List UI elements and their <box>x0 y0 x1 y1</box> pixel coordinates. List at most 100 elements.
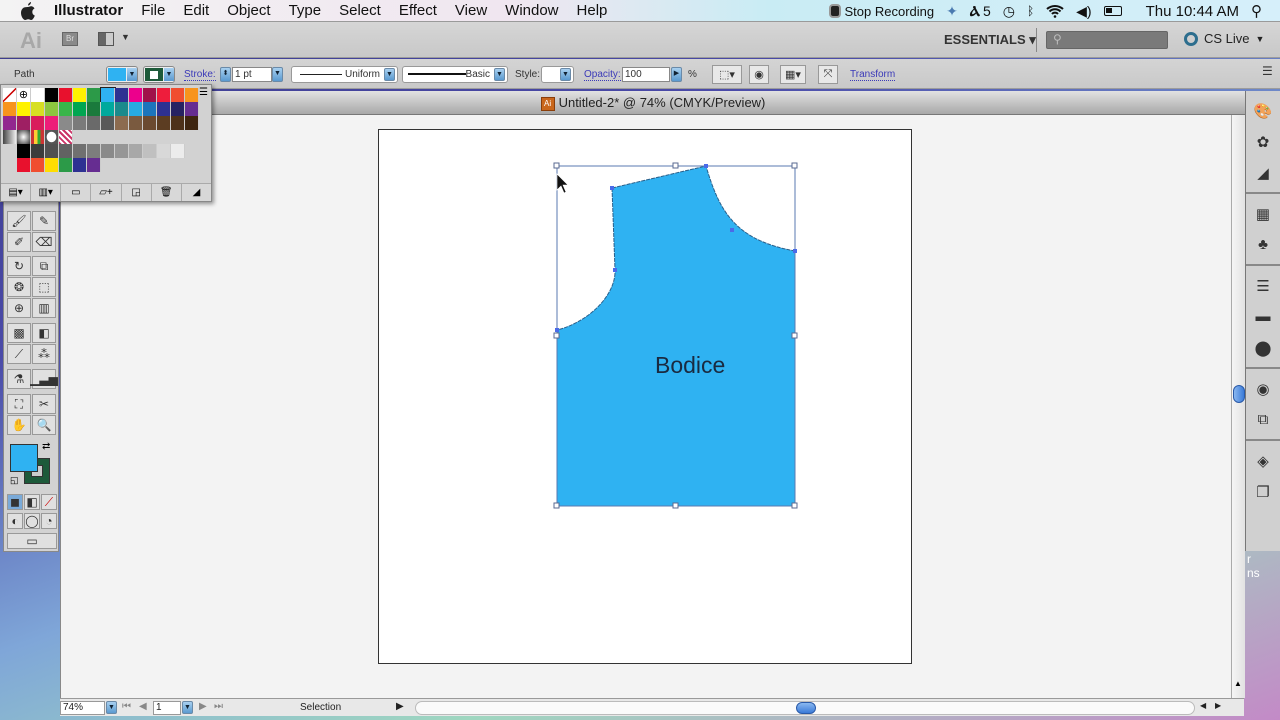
swatch[interactable] <box>3 102 17 116</box>
stroke-panel-link[interactable]: Stroke: <box>184 69 216 81</box>
menu-edit[interactable]: Edit <box>183 2 209 19</box>
swatch[interactable] <box>31 116 45 130</box>
swatch[interactable] <box>87 116 101 130</box>
menu-window[interactable]: Window <box>505 2 558 19</box>
hand-tool[interactable]: ✋ <box>7 415 31 435</box>
gradient-mode-button[interactable]: ◧ <box>24 494 40 510</box>
previous-artboard-button[interactable]: ◀ <box>139 701 147 712</box>
bodice-shape[interactable] <box>556 165 796 507</box>
swatch[interactable] <box>73 102 87 116</box>
graphic-style-dropdown[interactable]: ▼ <box>541 66 574 83</box>
swatches-panel-icon[interactable]: ▦ <box>1246 198 1280 229</box>
swatch[interactable] <box>115 88 129 102</box>
opacity-panel-link[interactable]: Opacity: <box>584 69 621 81</box>
swatch[interactable] <box>73 144 87 158</box>
eraser-tool[interactable]: ⌫ <box>32 232 56 252</box>
free-transform-tool[interactable]: ⬚ <box>32 277 56 297</box>
swatch[interactable] <box>31 158 45 172</box>
new-color-group-button[interactable]: ▱+ <box>91 184 122 201</box>
menu-view[interactable]: View <box>455 2 487 19</box>
swatch[interactable] <box>45 102 59 116</box>
scroll-up-arrow-icon[interactable]: ▲ <box>1234 679 1242 688</box>
swatch[interactable] <box>45 158 59 172</box>
symbols-panel-icon[interactable]: ♣ <box>1246 229 1280 260</box>
swatch[interactable] <box>101 144 115 158</box>
time-machine-icon[interactable]: ◷ <box>1003 3 1015 20</box>
help-search-input[interactable]: ⚲ <box>1046 31 1168 49</box>
menu-effect[interactable]: Effect <box>399 2 437 19</box>
swatch[interactable] <box>59 88 73 102</box>
scale-tool[interactable]: ⧉ <box>32 256 56 276</box>
pencil-tool[interactable]: ✎ <box>32 211 56 231</box>
swatch[interactable] <box>185 88 199 102</box>
swatch[interactable] <box>17 116 31 130</box>
swatch[interactable] <box>3 130 17 144</box>
variable-width-profile-dropdown[interactable]: Uniform ▼ <box>291 66 398 83</box>
swatch[interactable] <box>185 116 199 130</box>
eyedropper-tool[interactable]: ⟋ <box>7 344 31 364</box>
scroll-left-arrow-icon[interactable]: ◀ <box>1200 701 1206 710</box>
swatch[interactable] <box>115 116 129 130</box>
wifi-icon[interactable] <box>1046 4 1064 18</box>
opacity-input[interactable]: 100 <box>622 67 670 82</box>
resize-grip-icon[interactable]: ◢ <box>182 184 211 201</box>
swatch[interactable] <box>31 144 45 158</box>
color-mode-button[interactable]: ◼ <box>7 494 23 510</box>
swatch[interactable] <box>157 102 171 116</box>
swatch[interactable] <box>143 102 157 116</box>
bridge-button[interactable]: Br <box>62 32 78 46</box>
fill-color-box[interactable] <box>10 444 38 472</box>
swatch[interactable] <box>45 116 59 130</box>
swatch[interactable] <box>59 144 73 158</box>
swatch[interactable] <box>87 158 101 172</box>
workspace-switcher[interactable]: ESSENTIALS ▾ <box>944 32 1036 48</box>
swatch-options-button[interactable]: ▭ <box>61 184 92 201</box>
panel-menu-icon[interactable]: ☰ <box>1262 64 1273 78</box>
zoom-tool[interactable]: 🔍 <box>32 415 56 435</box>
swatch[interactable] <box>45 144 59 158</box>
swatch[interactable] <box>185 102 199 116</box>
swatch[interactable] <box>171 88 185 102</box>
shape-builder-tool[interactable]: ⊕ <box>7 298 31 318</box>
swatch[interactable] <box>17 102 31 116</box>
last-artboard-button[interactable]: ⏭ <box>214 701 223 712</box>
swatch[interactable] <box>17 144 31 158</box>
screen-mode-button[interactable]: ▭ <box>7 533 57 549</box>
swatch[interactable] <box>129 88 143 102</box>
adobe-updates-item[interactable]: Ⲁ5 <box>970 3 991 20</box>
scroll-right-arrow-icon[interactable]: ▶ <box>1215 701 1221 710</box>
swatch[interactable]: ⊕ <box>17 88 31 102</box>
artboard-number-input[interactable]: 1 <box>153 701 181 715</box>
swatch[interactable] <box>17 130 31 144</box>
swatch[interactable] <box>17 158 31 172</box>
default-fill-stroke-icon[interactable]: ◱ <box>10 475 19 486</box>
menu-object[interactable]: Object <box>227 2 270 19</box>
arrange-documents-button[interactable] <box>98 32 114 46</box>
app-menu-illustrator[interactable]: Illustrator <box>54 2 123 19</box>
artboard[interactable]: Bodice <box>378 129 912 664</box>
swatch[interactable] <box>101 102 115 116</box>
vertical-scrollbar[interactable]: ▲ ▼ <box>1231 115 1245 706</box>
swatch[interactable] <box>129 116 143 130</box>
apple-menu-icon[interactable] <box>18 1 38 21</box>
swatch[interactable] <box>45 88 59 102</box>
first-artboard-button[interactable]: ⏮ <box>122 701 131 712</box>
zoom-dropdown[interactable]: ▼ <box>106 701 117 714</box>
vertical-scroll-thumb[interactable] <box>1233 385 1245 403</box>
menu-file[interactable]: File <box>141 2 165 19</box>
swatch[interactable] <box>87 102 101 116</box>
blob-brush-tool[interactable]: ✐ <box>7 232 31 252</box>
swatch[interactable] <box>87 88 101 102</box>
volume-icon[interactable]: ◀) <box>1076 3 1091 20</box>
color-guide-panel-icon[interactable]: ◢ <box>1246 157 1280 188</box>
opacity-slider-button[interactable]: ▶ <box>671 67 682 82</box>
none-mode-button[interactable]: ⟋ <box>41 494 57 510</box>
fill-color-picker[interactable]: ▼ <box>106 66 138 83</box>
swatch[interactable] <box>59 102 73 116</box>
menu-help[interactable]: Help <box>577 2 608 19</box>
swatch[interactable] <box>31 88 45 102</box>
dropbox-sync-icon[interactable]: ✦ <box>946 3 958 20</box>
brush-definition-dropdown[interactable]: Basic ▼ <box>402 66 508 83</box>
transparency-panel-icon[interactable]: ⬤ <box>1246 332 1280 363</box>
stroke-color-picker[interactable]: ▼ <box>143 66 175 83</box>
